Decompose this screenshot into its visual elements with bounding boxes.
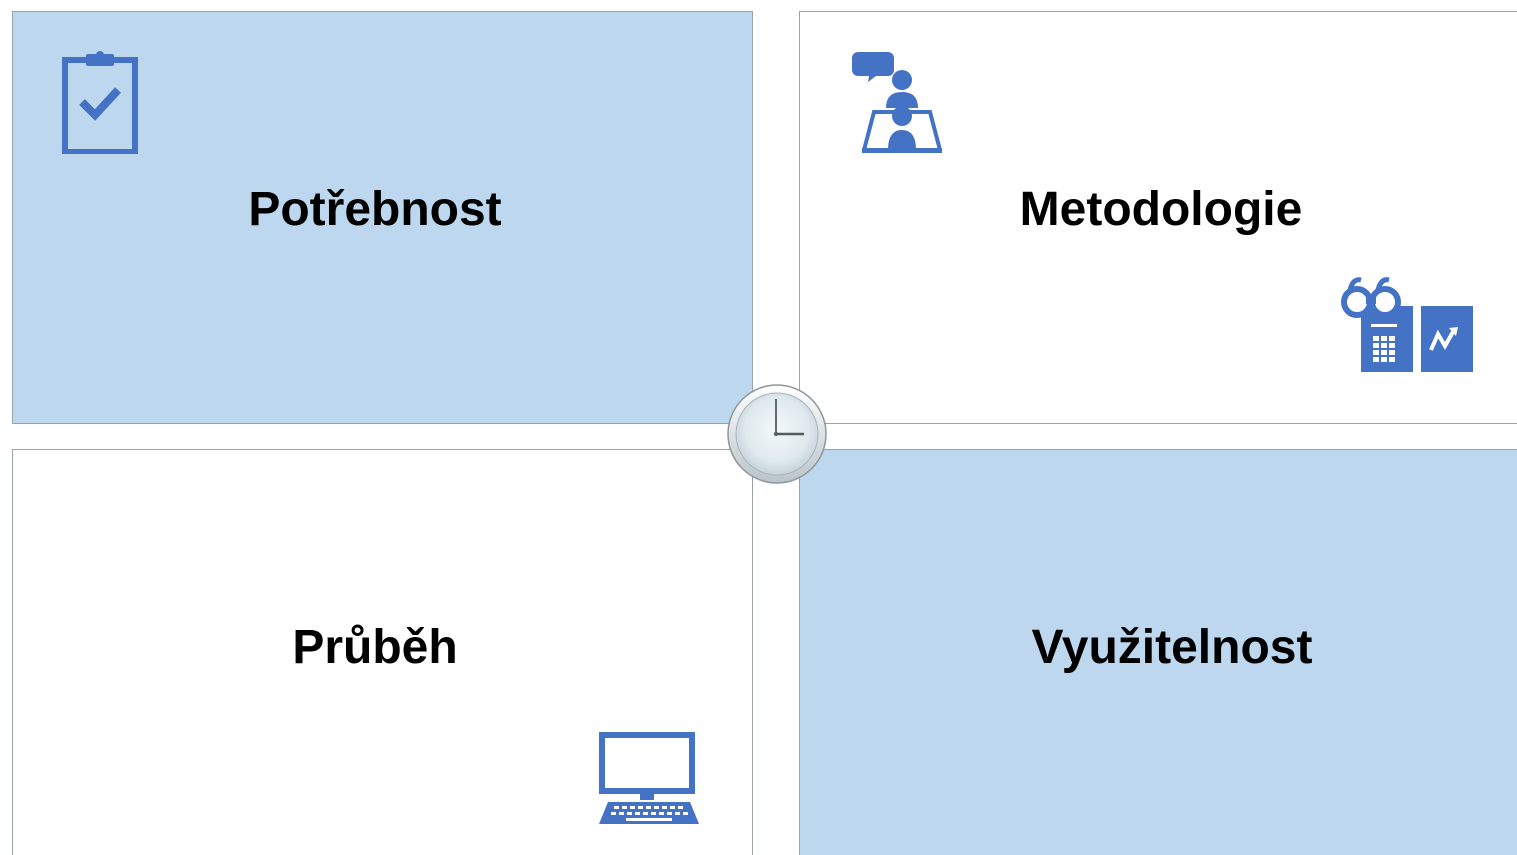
quadrant-label-vyuzitelnost: Využitelnost <box>1031 621 1313 674</box>
quadrant-prubeh: Průběh <box>12 449 753 855</box>
quadrant-label-prubeh: Průběh <box>292 621 458 674</box>
quadrant-diagram: Potřebnost Metodologie Průběh Využitelno… <box>0 0 1517 855</box>
desktop-computer-icon <box>599 732 699 824</box>
quadrant-metodologie: Metodologie <box>799 11 1517 424</box>
quadrant-vyuzitelnost: Využitelnost <box>799 449 1517 855</box>
presenter-icon <box>852 52 942 153</box>
quadrant-potrebnost: Potřebnost <box>12 11 753 424</box>
clock-icon <box>727 384 827 484</box>
quadrant-label-metodologie: Metodologie <box>1019 183 1303 236</box>
binoculars-report-icon <box>1341 277 1473 372</box>
clipboard-check-icon <box>62 51 138 154</box>
quadrant-label-potrebnost: Potřebnost <box>248 183 502 236</box>
